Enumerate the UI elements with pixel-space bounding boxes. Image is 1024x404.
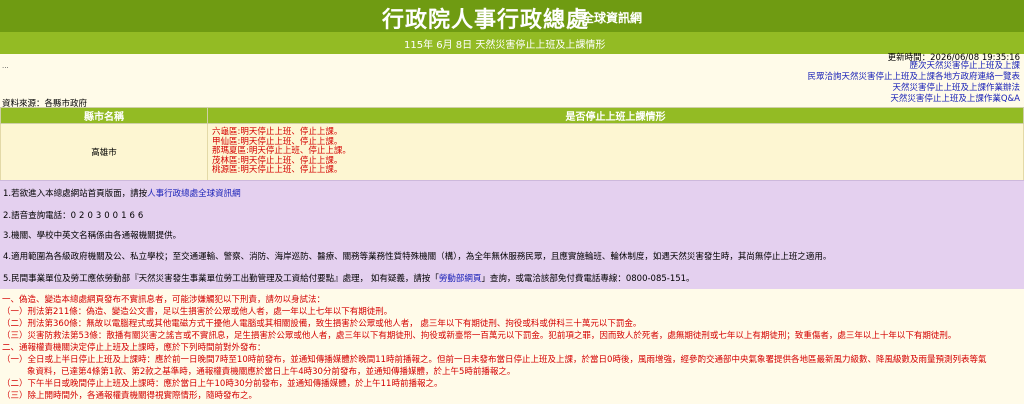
top-links: 歷次天然災害停止上班及上課 民眾洽詢天然災害停止上班及上課各地方政府連絡一覽表 … — [807, 61, 1020, 105]
note-5-text-end: 」查詢，或電洽該部免付費電話專線：0800-085-151。 — [481, 274, 695, 284]
note-1-text: 1.若欲進入本總處網站首頁版面，請按 — [3, 189, 148, 199]
warning-item: （二）刑法第360條：無故以電腦程式或其他電磁方式干擾他人電腦或其相關設備，致生… — [2, 319, 642, 329]
warning-item: （一）刑法第211條：偽造、變造公文書，足以生損害於公眾或他人者，處一年以上七年… — [2, 307, 393, 317]
note-5-text: 5.民間事業單位及勞工應依勞動部『天然災害發生事業單位勞工出勤管理及工資給付要點… — [3, 274, 439, 284]
table-header-row: 縣市名稱 是否停止上班上課情形 — [0, 107, 1024, 124]
phone-number: 020300166 — [70, 211, 147, 221]
link-homepage[interactable]: 人事行政總處全球資訊網 — [147, 189, 241, 199]
note-2-text: 2.語音查詢電話： — [3, 211, 71, 221]
warning-item-cont: 象資料，已達第4條第1款、第2款之基準時，通報權責機關應於當日上午4時30分前發… — [27, 367, 516, 377]
site-subtitle[interactable]: 全球資訊網 — [582, 9, 642, 26]
header-county: 縣市名稱 — [0, 107, 208, 124]
header-status: 是否停止上班上課情形 — [207, 107, 1024, 124]
county-cell: 高雄市 — [0, 123, 208, 181]
note-2: 2.語音查詢電話：020300166 — [3, 209, 146, 221]
warning-item: （三）除上開時間外，各通報權責機關得視實際情形，隨時發布之。 — [2, 391, 258, 401]
link-labor-ministry[interactable]: 勞動部網頁 — [439, 274, 482, 284]
warning-item: （二）下午半日或晚間停止上班及上課時：應於當日上午10時30分前發布，並通知傳播… — [2, 379, 443, 389]
table-row: 高雄市 六龜區:明天停止上班、停止上課。 甲仙區:明天停止上班、停止上課。 那瑪… — [0, 123, 1024, 181]
link-regulations[interactable]: 天然災害停止上班及上課作業辦法 — [807, 83, 1020, 94]
link-contact-list[interactable]: 民眾洽詢天然災害停止上班及上課各地方政府連絡一覽表 — [807, 72, 1020, 83]
date-banner-text: 115年 6月 8日 天然災害停止上班及上課情形 — [404, 40, 606, 51]
site-title[interactable]: 行政院人事行政總處 — [382, 2, 589, 34]
note-3: 3.機關、學校中英文名稱係由各通報機關提供。 — [3, 231, 182, 241]
warning-heading-1: 一、偽造、變造本總處網頁發布不實訊息者，可能涉嫌觸犯以下刑責，請勿以身試法： — [2, 295, 326, 305]
site-header: 行政院人事行政總處 全球資訊網 — [0, 0, 1024, 34]
link-faq[interactable]: 天然災害停止上班及上課作業Q&A — [807, 94, 1020, 105]
link-history[interactable]: 歷次天然災害停止上班及上課 — [807, 61, 1020, 72]
notes-panel: 1.若欲進入本總處網站首頁版面，請按人事行政總處全球資訊網 2.語音查詢電話：0… — [0, 180, 1024, 289]
date-banner: 115年 6月 8日 天然災害停止上班及上課情形 — [0, 32, 1024, 54]
note-1: 1.若欲進入本總處網站首頁版面，請按人事行政總處全球資訊網 — [3, 187, 241, 199]
status-table: 縣市名稱 是否停止上班上課情形 高雄市 六龜區:明天停止上班、停止上課。 甲仙區… — [0, 107, 1024, 181]
warning-item: （一）全日或上半日停止上班及上課時：應於前一日晚間7時至10時前發布，並通知傳播… — [2, 355, 987, 365]
warning-item: （三）災害防救法第53條：散播有關災害之謠言或不實訊息，足生損害於公眾或他人者，… — [2, 331, 957, 341]
status-cell: 六龜區:明天停止上班、停止上課。 甲仙區:明天停止上班、停止上課。 那瑪夏區:明… — [207, 123, 1024, 181]
dots-marker: ... — [2, 62, 9, 70]
status-line: 桃源區:明天停止上班、停止上課。 — [212, 165, 343, 176]
note-4: 4.適用範圍為各級政府機關及公、私立學校；至交通運輸、警察、消防、海岸巡防、醫療… — [3, 252, 832, 262]
warning-heading-2: 二、通報權責機關決定停止上班及上課時，應於下列時間前對外發布： — [2, 343, 266, 353]
note-5: 5.民間事業單位及勞工應依勞動部『天然災害發生事業單位勞工出勤管理及工資給付要點… — [3, 272, 695, 284]
